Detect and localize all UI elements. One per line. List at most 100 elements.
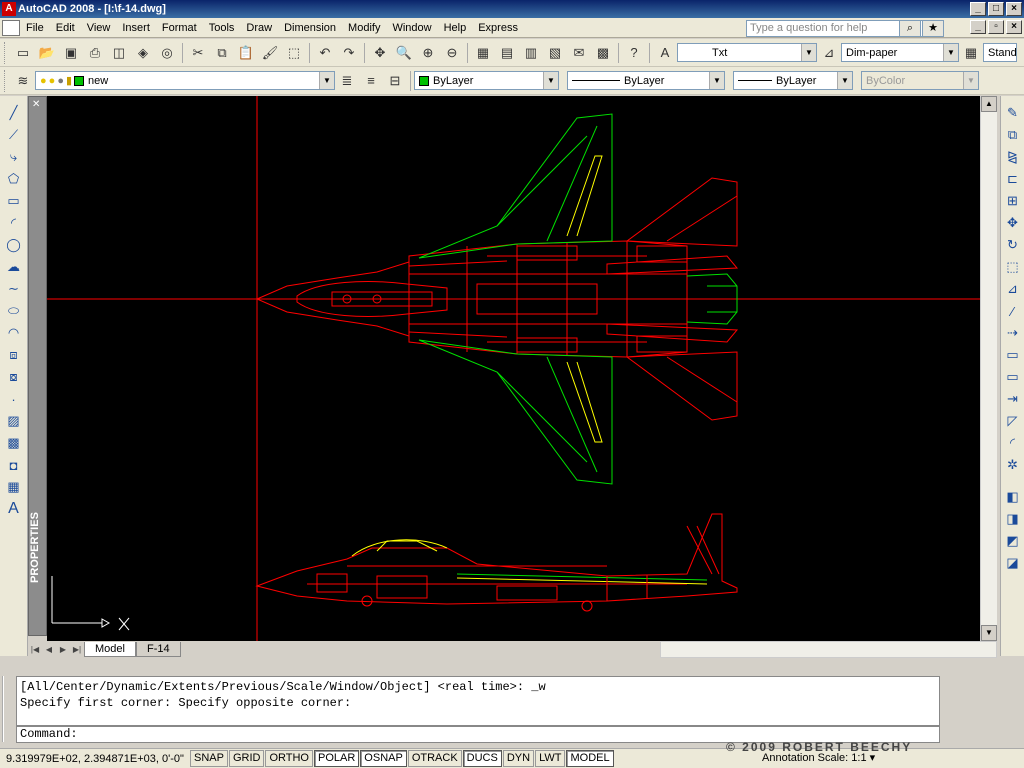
publish-icon[interactable]: ◈: [132, 42, 154, 64]
menu-format[interactable]: Format: [156, 18, 203, 38]
send-to-back-icon[interactable]: ◩: [1002, 530, 1024, 552]
chevron-down-icon[interactable]: ▼: [943, 44, 958, 61]
help-icon[interactable]: ?: [623, 42, 645, 64]
menu-insert[interactable]: Insert: [116, 18, 156, 38]
bring-to-front-icon[interactable]: ◨: [1002, 508, 1024, 530]
doc-close-button[interactable]: ×: [1006, 20, 1022, 34]
first-tab-icon[interactable]: |◀: [28, 642, 42, 657]
region-icon[interactable]: ◘: [3, 454, 25, 476]
snap-toggle[interactable]: SNAP: [190, 750, 228, 767]
design-center-icon[interactable]: ▤: [496, 42, 518, 64]
menu-modify[interactable]: Modify: [342, 18, 386, 38]
sheet-set-icon[interactable]: ▧: [544, 42, 566, 64]
text-style-select[interactable]: Txt ▼: [677, 43, 817, 62]
doc-minimize-button[interactable]: _: [970, 20, 986, 34]
hatch-icon[interactable]: ▨: [3, 410, 25, 432]
dim-style-icon[interactable]: ⊿: [818, 42, 840, 64]
zoom-previous-icon[interactable]: ⊖: [441, 42, 463, 64]
trim-icon[interactable]: ⁄: [1002, 300, 1024, 322]
dyn-toggle[interactable]: DYN: [502, 750, 535, 767]
draw-order-icon[interactable]: ◧: [1002, 486, 1024, 508]
properties-palette[interactable]: ✕ PROPERTIES: [28, 96, 47, 636]
save-icon[interactable]: ▣: [60, 42, 82, 64]
undo-icon[interactable]: ↶: [314, 42, 336, 64]
menu-window[interactable]: Window: [386, 18, 437, 38]
paste-icon[interactable]: 📋: [235, 42, 257, 64]
new-file-icon[interactable]: ▭: [12, 42, 34, 64]
minimize-button[interactable]: _: [970, 2, 986, 16]
color-select[interactable]: ByLayer ▼: [414, 71, 559, 90]
break-at-point-icon[interactable]: ▭: [1002, 366, 1024, 388]
cut-icon[interactable]: ✂: [187, 42, 209, 64]
layer-manager-icon[interactable]: ≋: [12, 70, 34, 92]
close-icon[interactable]: ✕: [32, 99, 40, 110]
ducs-toggle[interactable]: DUCS: [462, 750, 502, 767]
arc-icon[interactable]: ◜: [3, 212, 25, 234]
last-tab-icon[interactable]: ▶|: [70, 642, 84, 657]
block-editor-icon[interactable]: ⬚: [283, 42, 305, 64]
help-search-button[interactable]: ⌕: [899, 20, 921, 37]
rotate-icon[interactable]: ↻: [1002, 234, 1024, 256]
chevron-down-icon[interactable]: ▼: [801, 44, 816, 61]
coordinate-readout[interactable]: 9.319979E+02, 2.394871E+03, 0'-0": [0, 753, 190, 765]
make-layer-current-icon[interactable]: ≣: [336, 70, 358, 92]
autocad-icon[interactable]: A: [2, 2, 16, 16]
gradient-icon[interactable]: ▩: [3, 432, 25, 454]
maximize-button[interactable]: □: [988, 2, 1004, 16]
chevron-down-icon[interactable]: ▼: [837, 72, 852, 89]
dim-style-select[interactable]: Dim-paper ▼: [841, 43, 959, 62]
redo-icon[interactable]: ↷: [338, 42, 360, 64]
rectangle-icon[interactable]: ▭: [3, 190, 25, 212]
stretch-icon[interactable]: ⊿: [1002, 278, 1024, 300]
drawing-canvas[interactable]: [47, 96, 980, 641]
plot-icon[interactable]: ⎙: [84, 42, 106, 64]
chevron-down-icon[interactable]: ▼: [319, 72, 334, 89]
zoom-realtime-icon[interactable]: 🔍: [393, 42, 415, 64]
scroll-up-icon[interactable]: ▲: [981, 96, 997, 112]
polygon-icon[interactable]: ⬠: [3, 168, 25, 190]
join-icon[interactable]: ⇥: [1002, 388, 1024, 410]
menu-dimension[interactable]: Dimension: [278, 18, 342, 38]
lwt-toggle[interactable]: LWT: [535, 750, 566, 767]
tab-f14-layout[interactable]: F-14: [135, 642, 181, 657]
chevron-down-icon[interactable]: ▼: [709, 72, 724, 89]
polyline-icon[interactable]: ⤷: [3, 146, 25, 168]
match-properties-icon[interactable]: 🖌: [259, 42, 281, 64]
move-icon[interactable]: ✥: [1002, 212, 1024, 234]
tab-model[interactable]: Model: [84, 642, 136, 657]
menu-help[interactable]: Help: [438, 18, 473, 38]
text-style-icon[interactable]: A: [654, 42, 676, 64]
explode-icon[interactable]: ✲: [1002, 454, 1024, 476]
scale-icon[interactable]: ⬚: [1002, 256, 1024, 278]
bring-above-icon[interactable]: ◪: [1002, 552, 1024, 574]
prev-tab-icon[interactable]: ◀: [42, 642, 56, 657]
revision-cloud-icon[interactable]: ☁: [3, 256, 25, 278]
mirror-icon[interactable]: ⧎: [1002, 146, 1024, 168]
insert-block-icon[interactable]: ⧈: [3, 344, 25, 366]
spline-icon[interactable]: ∼: [3, 278, 25, 300]
menu-edit[interactable]: Edit: [50, 18, 81, 38]
annotation-scale[interactable]: Annotation Scale: 1:1 ▾: [762, 751, 875, 764]
zoom-window-icon[interactable]: ⊕: [417, 42, 439, 64]
menu-tools[interactable]: Tools: [203, 18, 241, 38]
tool-palettes-icon[interactable]: ▥: [520, 42, 542, 64]
layer-select[interactable]: ● ● ● ▮ new ▼: [35, 71, 335, 90]
osnap-toggle[interactable]: OSNAP: [360, 750, 407, 767]
model-toggle[interactable]: MODEL: [566, 750, 614, 767]
layer-states-icon[interactable]: ⊟: [384, 70, 406, 92]
layer-previous-icon[interactable]: ≡: [360, 70, 382, 92]
help-options-icon[interactable]: ★: [922, 20, 944, 37]
construction-line-icon[interactable]: ⟋: [3, 124, 25, 146]
point-icon[interactable]: ·: [3, 388, 25, 410]
command-grip[interactable]: [2, 676, 12, 742]
make-block-icon[interactable]: ⧇: [3, 366, 25, 388]
doc-restore-button[interactable]: ▫: [988, 20, 1004, 34]
next-tab-icon[interactable]: ▶: [56, 642, 70, 657]
copy-object-icon[interactable]: ⧉: [1002, 124, 1024, 146]
menu-file[interactable]: File: [20, 18, 50, 38]
menu-express[interactable]: Express: [472, 18, 524, 38]
vertical-scrollbar[interactable]: ▲ ▼: [980, 96, 997, 641]
multiline-text-icon[interactable]: A: [3, 498, 25, 520]
menu-view[interactable]: View: [81, 18, 117, 38]
copy-icon[interactable]: ⧉: [211, 42, 233, 64]
